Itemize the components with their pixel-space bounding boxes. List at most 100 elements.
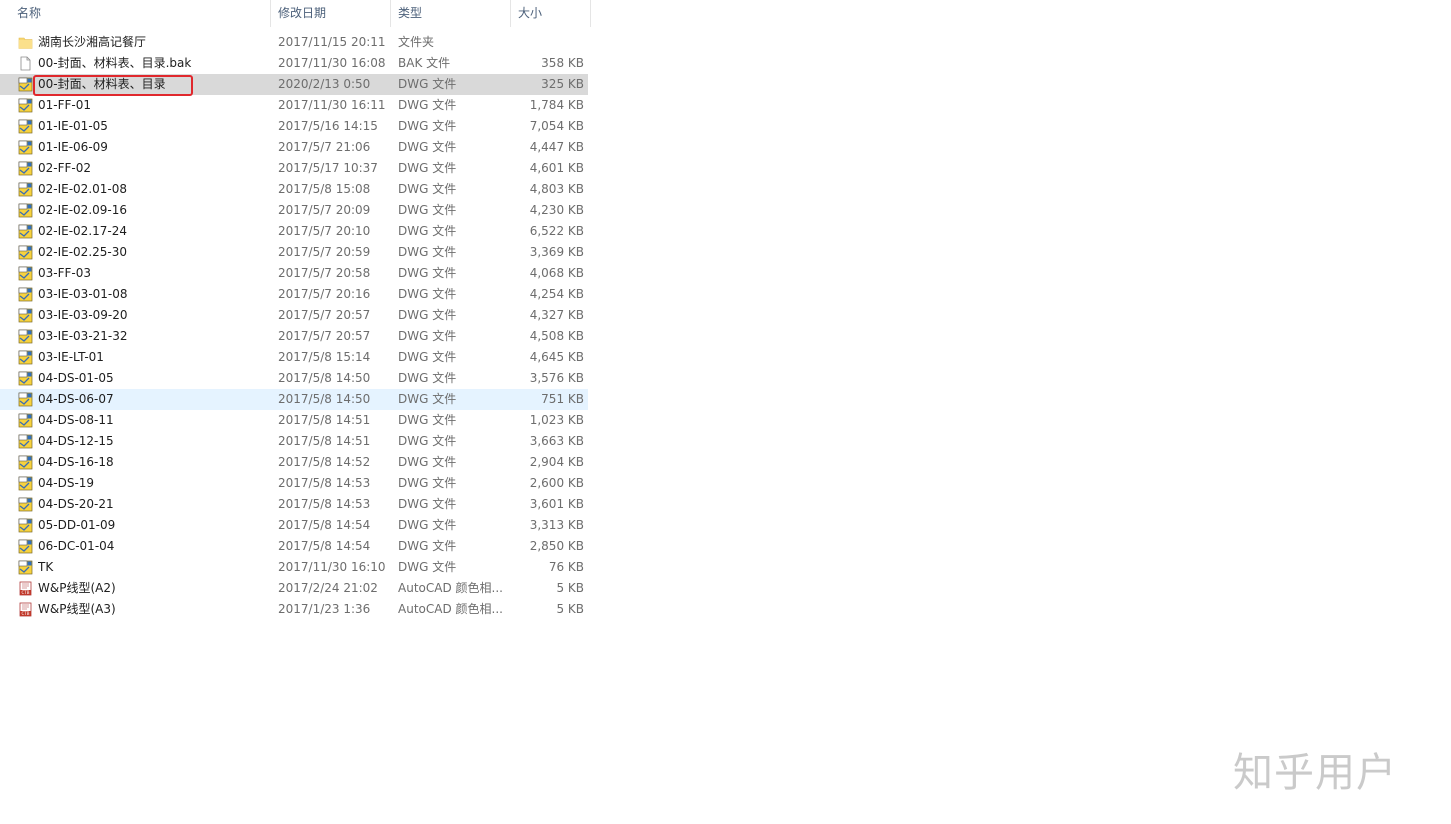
file-name: 01-IE-06-09	[38, 140, 108, 154]
file-row[interactable]: 02-IE-02.25-30 2017/5/7 20:59 DWG 文件 3,369 …	[0, 242, 588, 263]
file-row[interactable]: 02-IE-02.01-08 2017/5/8 15:08 DWG 文件 4,803 …	[0, 179, 588, 200]
file-row[interactable]: 02-IE-02.09-16 2017/5/7 20:09 DWG 文件 4,230 …	[0, 200, 588, 221]
file-date: 2017/5/7 20:58	[278, 266, 371, 280]
file-date: 2017/5/8 14:51	[278, 434, 371, 448]
file-row[interactable]: 05-DD-01-09 2017/5/8 14:54 DWG 文件 3,313 KB	[0, 515, 588, 536]
file-list: 湖南长沙湘高记餐厅 2017/11/15 20:11 文件夹 00-封面、材料表、目录…	[0, 32, 600, 620]
dwg-file-icon	[18, 308, 33, 323]
file-row[interactable]: 03-IE-LT-01 2017/5/8 15:14 DWG 文件 4,645 KB	[0, 347, 588, 368]
file-row[interactable]: TK 2017/11/30 16:10 DWG 文件 76 KB	[0, 557, 588, 578]
file-type: DWG 文件	[398, 539, 457, 553]
file-name: 04-DS-20-21	[38, 497, 114, 511]
column-header-name[interactable]: 名称 ︿	[10, 0, 271, 27]
file-name: 03-IE-03-01-08	[38, 287, 128, 301]
dwg-file-icon	[18, 224, 33, 239]
file-date: 2017/5/8 14:50	[278, 392, 371, 406]
file-type: DWG 文件	[398, 182, 457, 196]
column-header-date[interactable]: 修改日期	[271, 0, 391, 27]
dwg-file-icon	[18, 476, 33, 491]
dwg-file-icon	[18, 287, 33, 302]
file-size: 4,645 KB	[529, 350, 584, 364]
file-type: DWG 文件	[398, 392, 457, 406]
file-row[interactable]: 00-封面、材料表、目录 2020/2/13 0:50 DWG 文件 325 KB	[0, 74, 588, 96]
file-type: DWG 文件	[398, 329, 457, 343]
dwg-file-icon	[18, 329, 33, 344]
file-name: 03-IE-03-09-20	[38, 308, 128, 322]
dwg-file-icon	[18, 350, 33, 365]
file-name: 02-FF-02	[38, 161, 92, 175]
file-row[interactable]: 04-DS-06-07 2017/5/8 14:50 DWG 文件 751 KB	[0, 389, 588, 410]
file-size: 1,784 KB	[529, 98, 584, 112]
file-type: DWG 文件	[398, 371, 457, 385]
file-size: 5 KB	[556, 602, 584, 616]
file-row[interactable]: 04-DS-01-05 2017/5/8 14:50 DWG 文件 3,576 KB	[0, 368, 588, 389]
file-size: 3,369 KB	[529, 245, 584, 259]
file-size: 2,904 KB	[529, 455, 584, 469]
file-row[interactable]: 06-DC-01-04 2017/5/8 14:54 DWG 文件 2,850 KB	[0, 536, 588, 557]
dwg-file-icon	[18, 161, 33, 176]
file-row[interactable]: 湖南长沙湘高记餐厅 2017/11/15 20:11 文件夹	[0, 32, 588, 53]
file-type: DWG 文件	[398, 98, 457, 112]
file-row[interactable]: 01-FF-01 2017/11/30 16:11 DWG 文件 1,784 KB	[0, 95, 588, 116]
file-type: DWG 文件	[398, 455, 457, 469]
file-row[interactable]: 03-IE-03-21-32 2017/5/7 20:57 DWG 文件 4,508 …	[0, 326, 588, 347]
file-size: 7,054 KB	[529, 119, 584, 133]
file-size: 4,803 KB	[529, 182, 584, 196]
file-date: 2017/5/8 14:53	[278, 497, 371, 511]
file-name: 00-封面、材料表、目录.bak	[38, 56, 192, 70]
file-date: 2017/5/8 14:53	[278, 476, 371, 490]
file-type: AutoCAD 颜色相...	[398, 602, 503, 616]
dwg-file-icon	[18, 371, 33, 386]
file-date: 2017/5/7 20:59	[278, 245, 371, 259]
column-header-type-label: 类型	[398, 6, 423, 20]
file-date: 2017/11/15 20:11	[278, 35, 386, 49]
svg-text:CTB: CTB	[22, 590, 30, 595]
file-row[interactable]: 03-IE-03-09-20 2017/5/7 20:57 DWG 文件 4,327 …	[0, 305, 588, 326]
column-header-size[interactable]: 大小	[511, 0, 591, 27]
dwg-file-icon	[18, 98, 33, 113]
file-row[interactable]: 04-DS-20-21 2017/5/8 14:53 DWG 文件 3,601 KB	[0, 494, 588, 515]
file-name: TK	[38, 560, 54, 574]
file-date: 2017/5/7 21:06	[278, 140, 371, 154]
file-type: DWG 文件	[398, 161, 457, 175]
file-row[interactable]: 03-IE-03-01-08 2017/5/7 20:16 DWG 文件 4,254 …	[0, 284, 588, 305]
file-row[interactable]: 04-DS-12-15 2017/5/8 14:51 DWG 文件 3,663 KB	[0, 431, 588, 452]
file-size: 358 KB	[541, 56, 584, 70]
file-row[interactable]: 01-IE-01-05 2017/5/16 14:15 DWG 文件 7,054 KB	[0, 116, 588, 137]
file-row[interactable]: 02-FF-02 2017/5/17 10:37 DWG 文件 4,601 KB	[0, 158, 588, 179]
file-name: 06-DC-01-04	[38, 539, 115, 553]
file-row[interactable]: 00-封面、材料表、目录.bak 2017/11/30 16:08 BAK 文件 35…	[0, 53, 588, 74]
file-date: 2017/5/7 20:10	[278, 224, 371, 238]
file-type: AutoCAD 颜色相...	[398, 581, 503, 595]
file-type: BAK 文件	[398, 56, 451, 70]
file-date: 2017/5/7 20:57	[278, 329, 371, 343]
file-type: DWG 文件	[398, 266, 457, 280]
watermark: 知乎用户	[1233, 750, 1397, 796]
file-name: 湖南长沙湘高记餐厅	[38, 35, 147, 49]
file-date: 2017/5/7 20:09	[278, 203, 371, 217]
file-date: 2017/5/8 14:54	[278, 518, 371, 532]
file-size: 4,254 KB	[529, 287, 584, 301]
file-type: DWG 文件	[398, 434, 457, 448]
file-name: 01-IE-01-05	[38, 119, 108, 133]
dwg-file-icon	[18, 539, 33, 554]
column-header-type[interactable]: 类型	[391, 0, 511, 27]
file-date: 2017/2/24 21:02	[278, 581, 378, 595]
file-type: DWG 文件	[398, 287, 457, 301]
file-row[interactable]: 04-DS-16-18 2017/5/8 14:52 DWG 文件 2,904 KB	[0, 452, 588, 473]
file-date: 2017/11/30 16:08	[278, 56, 386, 70]
dwg-file-icon	[18, 434, 33, 449]
dwg-file-icon	[18, 413, 33, 428]
file-name: W&P线型(A3)	[38, 602, 116, 616]
file-row[interactable]: 02-IE-02.17-24 2017/5/7 20:10 DWG 文件 6,522 …	[0, 221, 588, 242]
file-row[interactable]: 01-IE-06-09 2017/5/7 21:06 DWG 文件 4,447 KB	[0, 137, 588, 158]
file-date: 2017/11/30 16:11	[278, 98, 386, 112]
file-row[interactable]: CTB W&P线型(A3) 2017/1/23 1:36 AutoCAD 颜色相...…	[0, 599, 588, 620]
file-row[interactable]: CTB W&P线型(A2) 2017/2/24 21:02 AutoCAD 颜色相..…	[0, 578, 588, 599]
file-row[interactable]: 04-DS-19 2017/5/8 14:53 DWG 文件 2,600 KB	[0, 473, 588, 494]
bak-file-icon	[18, 56, 33, 71]
file-row[interactable]: 04-DS-08-11 2017/5/8 14:51 DWG 文件 1,023 KB	[0, 410, 588, 431]
file-name: 02-IE-02.01-08	[38, 182, 128, 196]
file-row[interactable]: 03-FF-03 2017/5/7 20:58 DWG 文件 4,068 KB	[0, 263, 588, 284]
file-size: 751 KB	[541, 392, 584, 406]
